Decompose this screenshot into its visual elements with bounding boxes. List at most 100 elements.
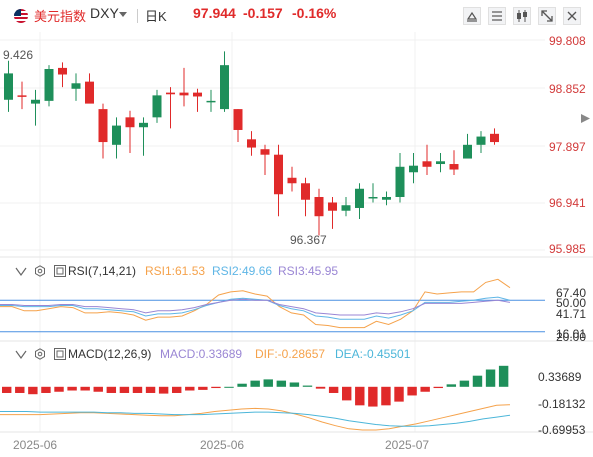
macd-bar [132, 386, 143, 393]
x-axis-label: 2025-06 [200, 438, 245, 452]
candle-body [4, 73, 13, 100]
candle-body [395, 166, 405, 197]
candle-body [125, 117, 135, 128]
candlestick-series [4, 51, 499, 236]
dif-value: DIF:-0.28657 [255, 347, 326, 361]
rsi1-value: RSI1:61.53 [145, 264, 206, 278]
macd-title: MACD(12,26,9) [68, 347, 152, 361]
rsi-title: RSI(7,14,21) [68, 264, 137, 278]
rsi-axis-label: 16.01 [556, 327, 587, 341]
candle-body [206, 100, 216, 103]
macd-bar [315, 386, 326, 389]
candle-body [139, 122, 148, 128]
candle-body [409, 165, 418, 173]
candle-body [341, 205, 351, 211]
candle-body [463, 144, 472, 159]
candle-body [355, 188, 364, 208]
macd-bar [15, 386, 25, 393]
macd-bar [80, 386, 90, 391]
macd-bar [172, 386, 182, 393]
candle-body [382, 196, 391, 200]
macd-axis-label: -0.18132 [538, 397, 586, 411]
macd-bar [328, 386, 339, 393]
macd-bar [106, 386, 117, 393]
candle-body [274, 154, 283, 195]
macd-axis-label: -0.69953 [538, 423, 586, 437]
candle-body [166, 92, 175, 95]
candle-body [193, 92, 202, 97]
rsi3-value: RSI3:45.95 [278, 264, 339, 278]
candle-body [260, 149, 270, 155]
candle-body [490, 133, 499, 143]
price-axis-label: 97.897 [549, 140, 586, 154]
macd-bar [407, 386, 417, 396]
gear-icon[interactable] [34, 264, 46, 277]
macd-bar [145, 386, 156, 393]
macd-bar [41, 386, 51, 393]
candle-body [152, 95, 162, 118]
candle-body [85, 81, 94, 104]
macd-bar [224, 386, 234, 388]
candle-body [220, 65, 229, 110]
macd-bar [394, 386, 404, 402]
macd-value: MACD:0.33689 [160, 347, 243, 361]
indicator-settings-icon[interactable] [54, 347, 66, 360]
candle-body [476, 136, 486, 145]
rsi-panel [0, 278, 545, 333]
macd-bar [93, 386, 103, 392]
candle-body [44, 69, 54, 101]
price-chart-area[interactable] [0, 0, 593, 457]
candle-body [58, 67, 67, 75]
dea-value: DEA:-0.45501 [335, 347, 411, 361]
scroll-right-icon[interactable] [580, 111, 591, 123]
price-axis-label: 98.852 [549, 82, 586, 96]
macd-bar [2, 386, 12, 393]
macd-bar [185, 386, 195, 391]
high-annotation: 9.426 [3, 48, 34, 62]
candle-body [17, 95, 27, 97]
price-axis-label: 99.808 [549, 34, 586, 48]
macd-bar [54, 386, 64, 392]
macd-bar [433, 386, 443, 389]
gear-icon[interactable] [34, 347, 46, 360]
candle-body [436, 161, 445, 165]
macd-bar [368, 386, 378, 407]
rsi2-value: RSI2:49.66 [212, 264, 273, 278]
candle-body [179, 92, 189, 96]
macd-bar [158, 386, 169, 394]
rsi-axis-label: 41.71 [556, 307, 587, 321]
x-axis-label: 2025-06 [13, 438, 58, 452]
macd-bar [381, 386, 391, 406]
rsi-series-line [0, 298, 511, 316]
macd-bar [67, 386, 77, 391]
candle-body [71, 83, 81, 89]
macd-bar [211, 386, 221, 389]
macd-bar [263, 379, 273, 387]
candle-body [422, 161, 432, 167]
candle-body [31, 99, 40, 104]
macd-bar [250, 380, 260, 387]
macd-bar [420, 386, 430, 392]
indicator-settings-icon[interactable] [54, 264, 66, 277]
macd-bar [459, 380, 470, 387]
macd-bar [446, 384, 457, 387]
price-axis-label: 96.941 [549, 196, 586, 210]
candle-body [233, 109, 243, 130]
eye-icon[interactable] [15, 264, 27, 277]
low-annotation: 96.367 [290, 233, 327, 247]
candle-body [247, 139, 256, 148]
candle-body [314, 196, 324, 217]
macd-bar [302, 385, 313, 387]
macd-bar [355, 386, 365, 406]
eye-icon[interactable] [15, 347, 27, 360]
macd-bar [342, 386, 352, 401]
macd-bar [237, 383, 247, 387]
macd-bar [28, 386, 38, 395]
candle-body [328, 202, 337, 211]
candle-body [368, 196, 378, 199]
dea-line [0, 411, 511, 427]
macd-axis-label: 0.33689 [538, 370, 582, 384]
macd-bar [119, 386, 130, 393]
x-axis-label: 2025-07 [385, 438, 430, 452]
macd-bar [289, 382, 300, 387]
